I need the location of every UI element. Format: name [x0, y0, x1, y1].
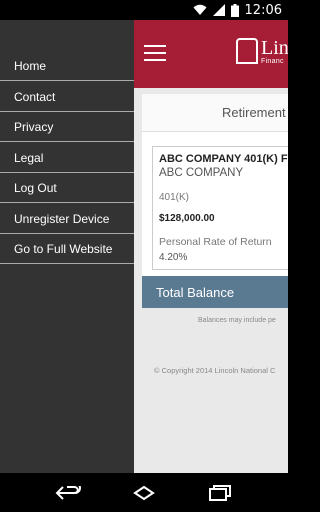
- drawer-item-full-website[interactable]: Go to Full Website: [0, 234, 134, 264]
- hamburger-icon[interactable]: [144, 45, 166, 61]
- drawer-item-label: Log Out: [14, 180, 57, 195]
- drawer-item-label: Home: [14, 58, 47, 73]
- drawer-item-legal[interactable]: Legal: [0, 143, 134, 173]
- drawer-item-label: Unregister Device: [14, 211, 110, 226]
- drawer-item-log-out[interactable]: Log Out: [0, 173, 134, 203]
- recent-apps-icon[interactable]: [200, 478, 240, 508]
- battery-icon: [230, 3, 239, 17]
- app-content: Lin Financ Retirement A ABC COMPANY 401(…: [134, 20, 288, 473]
- copyright-text: © Copyright 2014 Lincoln National C: [154, 366, 276, 375]
- drawer-item-home[interactable]: Home: [0, 51, 134, 81]
- home-icon[interactable]: [124, 478, 164, 508]
- lincoln-logo-icon: [236, 38, 258, 64]
- rate-of-return-value: 4.20%: [159, 252, 188, 263]
- total-balance-label: Total Balance: [156, 284, 235, 300]
- account-company: ABC COMPANY: [159, 167, 244, 179]
- drawer-item-contact[interactable]: Contact: [0, 82, 134, 112]
- total-balance-bar[interactable]: Total Balance: [142, 276, 288, 308]
- brand-logo: Lin Financ: [236, 38, 288, 66]
- drawer-item-unregister-device[interactable]: Unregister Device: [0, 204, 134, 234]
- back-icon[interactable]: [48, 478, 88, 508]
- panel-title: Retirement A: [142, 94, 288, 132]
- account-balance: $128,000.00: [159, 213, 215, 224]
- system-nav-bar: [0, 473, 288, 512]
- balances-note: Balances may include pe: [198, 317, 276, 324]
- wifi-icon: [193, 4, 207, 16]
- drawer-item-label: Go to Full Website: [14, 241, 113, 256]
- drawer-item-label: Privacy: [14, 119, 54, 134]
- app-header: Lin Financ: [134, 20, 288, 88]
- account-card[interactable]: ABC COMPANY 401(K) F ABC COMPANY 401(K) …: [152, 146, 288, 270]
- account-name: ABC COMPANY 401(K) F: [159, 153, 288, 165]
- brand-name: Lin: [261, 37, 288, 59]
- drawer-item-label: Legal: [14, 150, 44, 165]
- drawer-item-label: Contact: [14, 89, 56, 104]
- signal-icon: [212, 4, 225, 16]
- status-bar: 12:06: [0, 0, 288, 20]
- status-clock: 12:06: [244, 2, 282, 18]
- rate-of-return-label: Personal Rate of Return: [159, 236, 272, 248]
- navigation-drawer: Home Contact Privacy Legal Log Out Unreg…: [0, 20, 134, 473]
- account-type: 401(K): [159, 192, 190, 203]
- brand-subtitle: Financ: [261, 58, 284, 65]
- drawer-item-privacy[interactable]: Privacy: [0, 112, 134, 142]
